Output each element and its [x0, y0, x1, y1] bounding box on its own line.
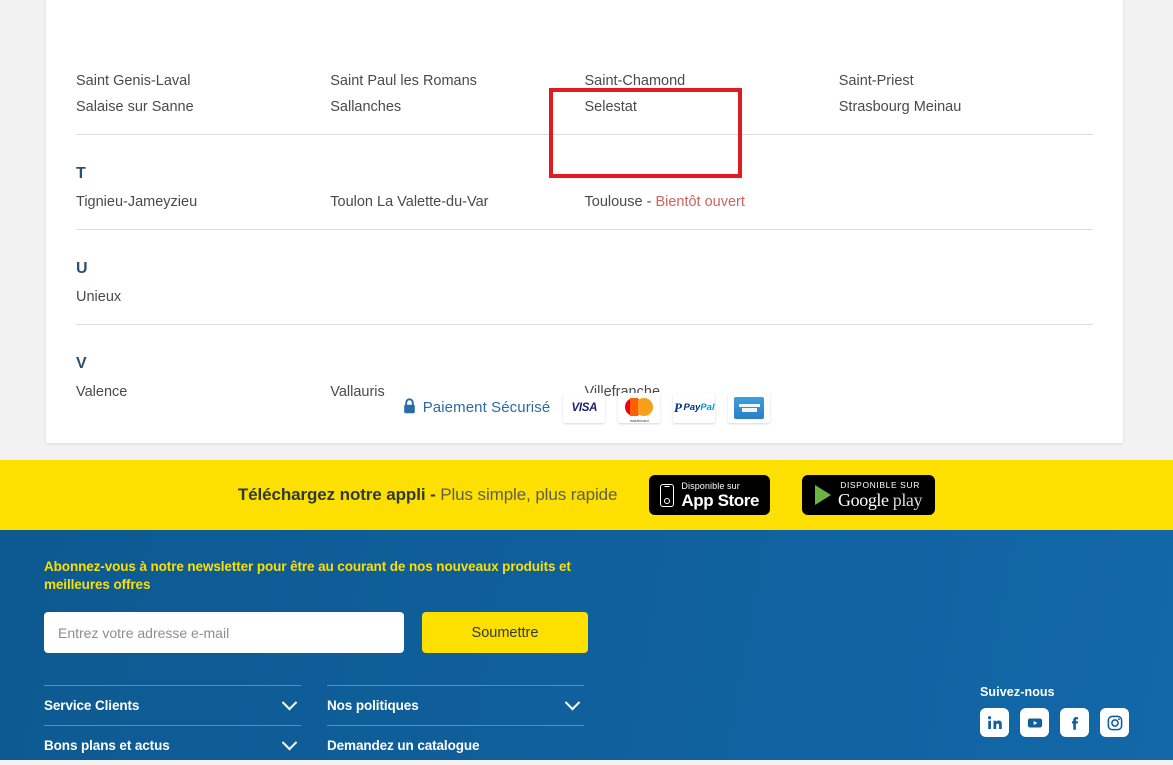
city-grid: Saint Genis-Laval Salaise sur Sanne Sain… — [76, 0, 1093, 134]
city-column: Toulon La Valette-du-Var — [330, 189, 584, 215]
mastercard-logo-text: mastercard — [629, 419, 649, 423]
social-block: Suivez-nous — [980, 685, 1129, 737]
paypal-icon: P PayPal — [673, 400, 715, 415]
city-link[interactable]: Toulon La Valette-du-Var — [330, 189, 584, 215]
city-column: Unieux — [76, 284, 330, 310]
city-link[interactable]: Salaise sur Sanne — [76, 94, 330, 120]
city-column — [585, 284, 839, 310]
footer-accordion-nos-politiques[interactable]: Nos politiques — [327, 685, 584, 725]
city-column: Tignieu-Jameyzieu — [76, 189, 330, 215]
city-column — [839, 189, 1093, 215]
letter-heading-t: T — [76, 165, 86, 182]
payment-method-mastercard: mastercard — [618, 392, 661, 423]
city-column — [839, 284, 1093, 310]
secure-payment-strip: Paiement Sécurisé VISA mastercard P PayP… — [0, 355, 1173, 460]
city-column: Saint-Chamond Selestat — [585, 68, 839, 120]
google-play-badge[interactable]: DISPONIBLE SUR Google play — [802, 475, 936, 515]
city-grid: Tignieu-Jameyzieu Toulon La Valette-du-V… — [76, 189, 1093, 229]
city-column: Toulouse - Bientôt ouvert — [585, 189, 839, 215]
footer-column-2: Nos politiques Demandez un catalogue — [327, 685, 584, 765]
city-column: Saint Genis-Laval Salaise sur Sanne — [76, 68, 330, 120]
payment-method-amex — [728, 392, 771, 423]
city-group-u: U Unieux — [76, 230, 1093, 325]
app-store-small-label: Disponible sur — [681, 480, 740, 491]
city-separator: - — [642, 194, 656, 210]
footer-accordion-bons-plans[interactable]: Bons plans et actus — [44, 725, 301, 765]
newsletter-email-input[interactable] — [44, 612, 404, 653]
city-link[interactable]: Saint-Chamond — [585, 68, 839, 94]
chevron-down-icon — [281, 694, 298, 711]
footer-accordion-label: Demandez un catalogue — [327, 738, 480, 753]
google-play-triangle-icon — [815, 485, 832, 505]
city-column: Saint Paul les Romans Sallanches — [330, 68, 584, 120]
mastercard-icon: mastercard — [625, 398, 654, 423]
city-link-toulouse[interactable]: Toulouse - Bientôt ouvert — [585, 189, 839, 215]
social-title: Suivez-nous — [980, 685, 1055, 699]
city-link[interactable]: Saint-Priest — [839, 68, 1093, 94]
secure-payment-label: Paiement Sécurisé — [403, 397, 551, 418]
city-link[interactable]: Strasbourg Meinau — [839, 94, 1093, 120]
instagram-icon[interactable] — [1100, 708, 1129, 737]
city-link[interactable]: Saint Paul les Romans — [330, 68, 584, 94]
app-banner-subtext: Plus simple, plus rapide — [440, 485, 618, 504]
app-store-big-label: App Store — [681, 490, 760, 510]
app-download-banner: Téléchargez notre appli - Plus simple, p… — [0, 460, 1173, 530]
letter-heading-u: U — [76, 260, 88, 277]
city-group: Saint Genis-Laval Salaise sur Sanne Sain… — [76, 0, 1093, 135]
social-icon-row — [980, 708, 1129, 737]
city-link[interactable]: Tignieu-Jameyzieu — [76, 189, 330, 215]
footer-accordion-label: Service Clients — [44, 698, 140, 713]
city-name: Toulouse — [584, 194, 643, 210]
youtube-icon[interactable] — [1020, 708, 1049, 737]
app-banner-headline: Téléchargez notre appli - — [237, 485, 441, 504]
city-link[interactable]: Saint Genis-Laval — [76, 68, 330, 94]
footer-accordion-label: Nos politiques — [327, 698, 419, 713]
lock-icon — [403, 397, 416, 418]
american-express-icon — [734, 396, 765, 419]
newsletter-submit-button[interactable]: Soumettre — [422, 612, 588, 653]
city-column: Saint-Priest Strasbourg Meinau — [839, 68, 1093, 120]
linkedin-icon[interactable] — [980, 708, 1009, 737]
footer-link-demandez-catalogue[interactable]: Demandez un catalogue — [327, 725, 584, 765]
status-badge-soon: Bientôt ouvert — [655, 194, 745, 210]
facebook-icon[interactable] — [1060, 708, 1089, 737]
chevron-down-icon — [564, 694, 581, 711]
footer-accordion-columns: Service Clients Bons plans et actus Nos … — [44, 685, 1129, 765]
footer-accordion-service-clients[interactable]: Service Clients — [44, 685, 301, 725]
app-store-badge[interactable]: Disponible sur App Store — [649, 475, 771, 515]
city-link[interactable]: Sallanches — [330, 94, 584, 120]
google-play-big-light-label: play — [888, 489, 923, 510]
city-link[interactable]: Unieux — [76, 284, 330, 310]
apple-phone-icon — [660, 483, 675, 507]
footer-accordion-label: Bons plans et actus — [44, 738, 170, 753]
site-footer: Abonnez-vous à notre newsletter pour êtr… — [0, 530, 1173, 760]
secure-payment-text: Paiement Sécurisé — [422, 399, 551, 416]
city-link[interactable]: Selestat — [585, 94, 839, 120]
footer-column-1: Service Clients Bons plans et actus — [44, 685, 301, 765]
app-banner-text: Téléchargez notre appli - Plus simple, p… — [238, 485, 618, 505]
city-group-t: T Tignieu-Jameyzieu Toulon La Valette-du… — [76, 135, 1093, 230]
google-play-small-label: DISPONIBLE SUR — [840, 480, 920, 491]
newsletter-heading: Abonnez-vous à notre newsletter pour êtr… — [44, 559, 571, 592]
visa-logo-text: VISA — [571, 401, 598, 414]
payment-method-paypal: P PayPal — [673, 392, 716, 423]
city-column — [330, 284, 584, 310]
newsletter-form: Soumettre — [44, 612, 1129, 653]
chevron-down-icon — [281, 734, 298, 751]
payment-method-visa: VISA — [563, 392, 606, 423]
google-play-big-label: Google — [838, 489, 889, 510]
city-grid: Unieux — [76, 284, 1093, 324]
